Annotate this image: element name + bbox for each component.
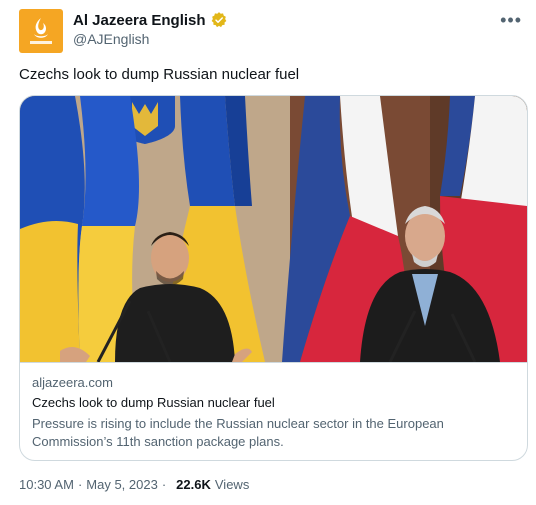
tweet-footer: 10:30 AM · May 5, 2023 · 22.6K Views: [19, 477, 249, 492]
card-domain: aljazeera.com: [32, 375, 113, 390]
name-row: Al Jazeera English: [73, 11, 228, 29]
views-count[interactable]: 22.6K: [176, 477, 211, 492]
card-meta: aljazeera.com Czechs look to dump Russia…: [20, 362, 527, 460]
display-name[interactable]: Al Jazeera English: [73, 12, 206, 29]
card-image[interactable]: [20, 96, 527, 362]
tweet-text: Czechs look to dump Russian nuclear fuel: [19, 66, 300, 83]
avatar[interactable]: [19, 9, 63, 53]
verified-badge-icon[interactable]: [210, 11, 228, 29]
views-label: Views: [214, 477, 250, 492]
more-options-icon[interactable]: •••: [500, 10, 522, 31]
separator: ·: [161, 477, 167, 492]
tweet: Al Jazeera English @AJEnglish ••• Czechs…: [0, 0, 536, 505]
al-jazeera-logo-icon: [30, 18, 52, 44]
separator: ·: [77, 477, 83, 492]
card-description: Pressure is rising to include the Russia…: [32, 416, 444, 449]
card-title: Czechs look to dump Russian nuclear fuel: [32, 395, 275, 410]
handle[interactable]: @AJEnglish: [73, 31, 149, 47]
tweet-date[interactable]: May 5, 2023: [86, 477, 158, 492]
tweet-time[interactable]: 10:30 AM: [19, 477, 74, 492]
link-card[interactable]: aljazeera.com Czechs look to dump Russia…: [19, 95, 528, 461]
